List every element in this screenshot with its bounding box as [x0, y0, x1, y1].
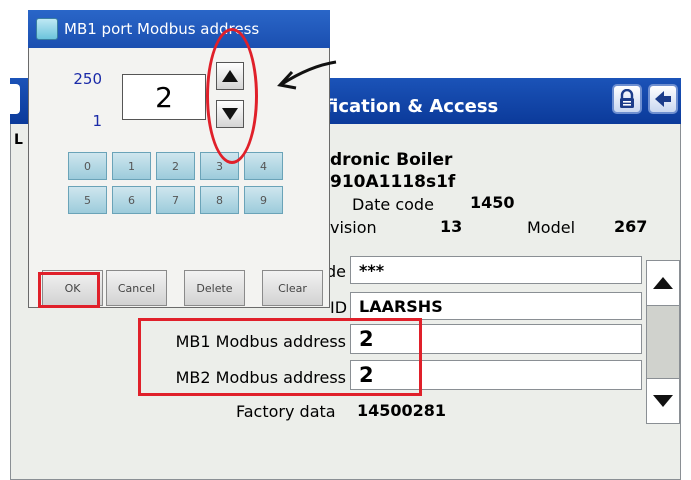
range-max-label: 250	[73, 70, 102, 88]
scrollbar-track[interactable]	[646, 306, 680, 378]
model-label: Model	[527, 218, 576, 237]
scroll-down-button[interactable]	[646, 378, 680, 424]
digit-key-5[interactable]: 5	[68, 186, 107, 214]
back-arrow-icon	[655, 91, 671, 107]
revision-value: 13	[440, 217, 463, 236]
device-name: dronic Boiler	[330, 150, 453, 170]
home-icon[interactable]	[10, 84, 20, 114]
range-min-label: 1	[92, 112, 102, 130]
annotation-ok-box	[38, 272, 100, 308]
left-edge-label: L	[14, 132, 23, 148]
digit-key-9[interactable]: 9	[244, 186, 283, 214]
lock-icon	[620, 89, 634, 108]
up-arrow-icon	[653, 277, 673, 289]
lock-button[interactable]	[612, 84, 642, 114]
app-icon	[36, 18, 58, 40]
digit-key-2[interactable]: 2	[156, 152, 195, 180]
oem-id-field[interactable]: LAARSHS	[350, 292, 642, 320]
model-value: 267	[614, 217, 648, 236]
window-title: fication & Access	[325, 96, 499, 117]
digit-key-4[interactable]: 4	[244, 152, 283, 180]
delete-button[interactable]: Delete	[184, 270, 245, 306]
date-code-value: 1450	[470, 193, 515, 212]
annotation-ellipse	[206, 28, 258, 164]
annotation-highlight-box	[138, 318, 422, 396]
clear-button[interactable]: Clear	[262, 270, 323, 306]
back-button[interactable]	[648, 84, 678, 114]
device-id: 910A1118s1f	[330, 172, 456, 192]
digit-key-7[interactable]: 7	[156, 186, 195, 214]
scroll-up-button[interactable]	[646, 260, 680, 306]
cancel-button[interactable]: Cancel	[106, 270, 167, 306]
revision-label: vision	[330, 218, 377, 237]
oem-id-label: ID	[330, 298, 348, 317]
annotation-arrow	[277, 60, 337, 90]
digit-key-6[interactable]: 6	[112, 186, 151, 214]
value-input[interactable]: 2	[122, 74, 206, 120]
date-code-label: Date code	[352, 195, 434, 214]
factory-data-label: Factory data	[236, 402, 336, 421]
digit-key-0[interactable]: 0	[68, 152, 107, 180]
digit-key-8[interactable]: 8	[200, 186, 239, 214]
factory-data-value: 14500281	[357, 401, 447, 420]
code-field[interactable]: ***	[350, 256, 642, 284]
digit-key-1[interactable]: 1	[112, 152, 151, 180]
down-arrow-icon	[653, 395, 673, 407]
